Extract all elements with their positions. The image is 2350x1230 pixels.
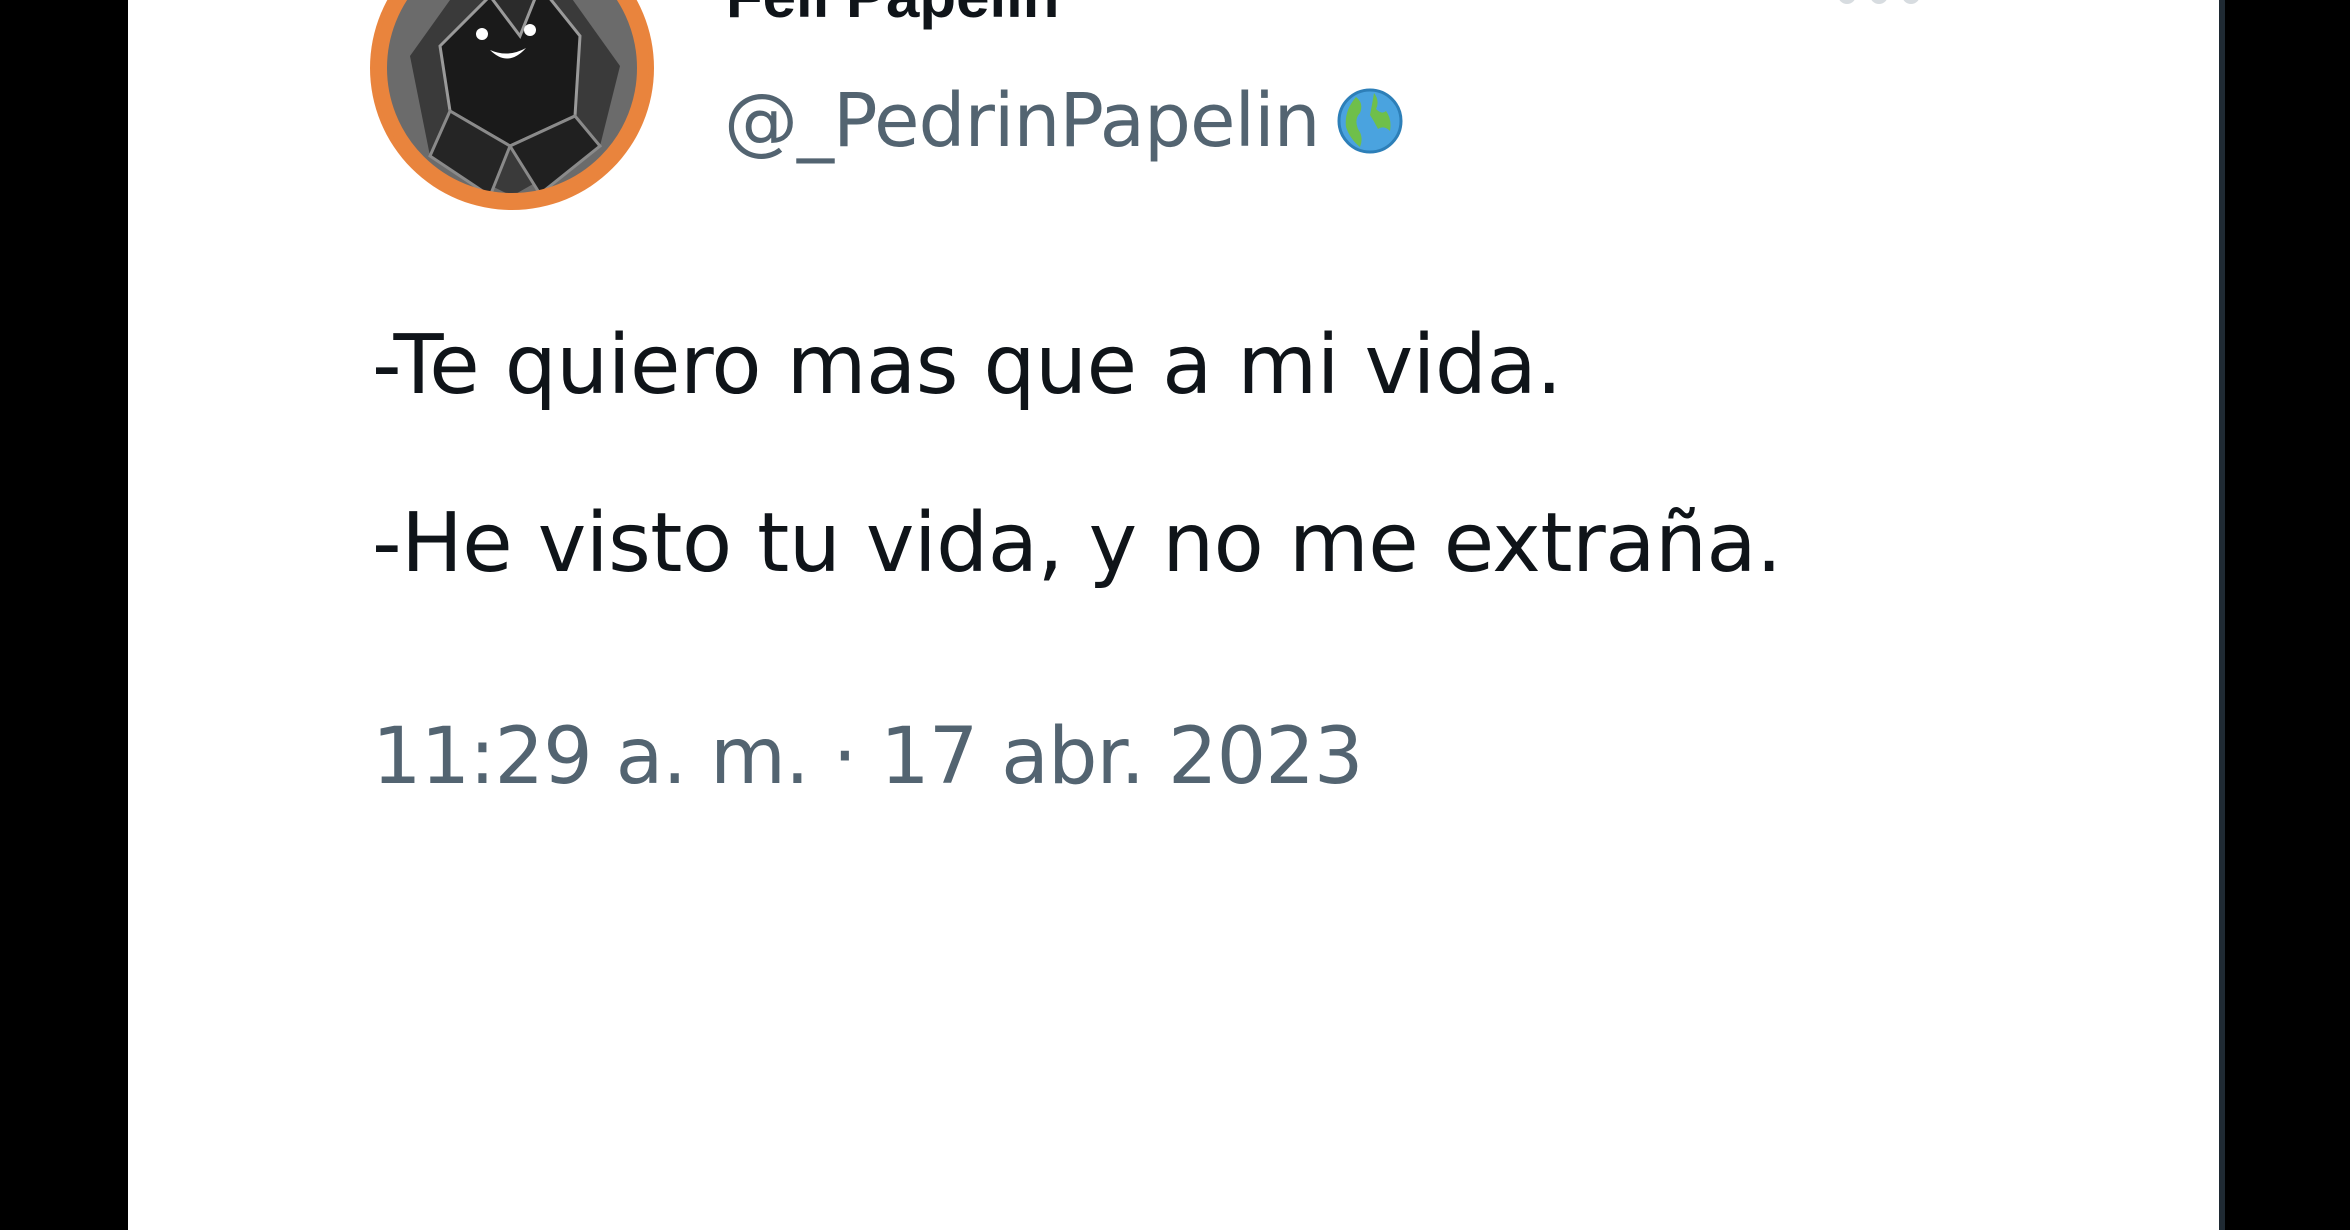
screenshot-frame: Feli Papelin @_PedrinPapelin -Te quiero …	[0, 0, 2350, 1230]
tweet-text-line-2: -He visto tu vida, y no me extraña.	[372, 496, 1782, 591]
globe-emoji-icon	[1337, 88, 1403, 154]
author-handle-row: @_PedrinPapelin	[724, 78, 1406, 164]
tweet-text-line-1: -Te quiero mas que a mi vida.	[372, 318, 1562, 413]
tweet-timestamp[interactable]: 11:29 a. m. · 17 abr. 2023	[372, 712, 1363, 802]
more-options-icon[interactable]	[1838, 0, 1920, 4]
author-avatar[interactable]	[370, 0, 654, 210]
tweet-card: Feli Papelin @_PedrinPapelin -Te quiero …	[128, 0, 2225, 1230]
author-display-name[interactable]: Feli Papelin	[726, 0, 1059, 31]
hooded-paper-figure-avatar-icon	[375, 0, 649, 205]
author-handle[interactable]: @_PedrinPapelin	[724, 78, 1321, 164]
